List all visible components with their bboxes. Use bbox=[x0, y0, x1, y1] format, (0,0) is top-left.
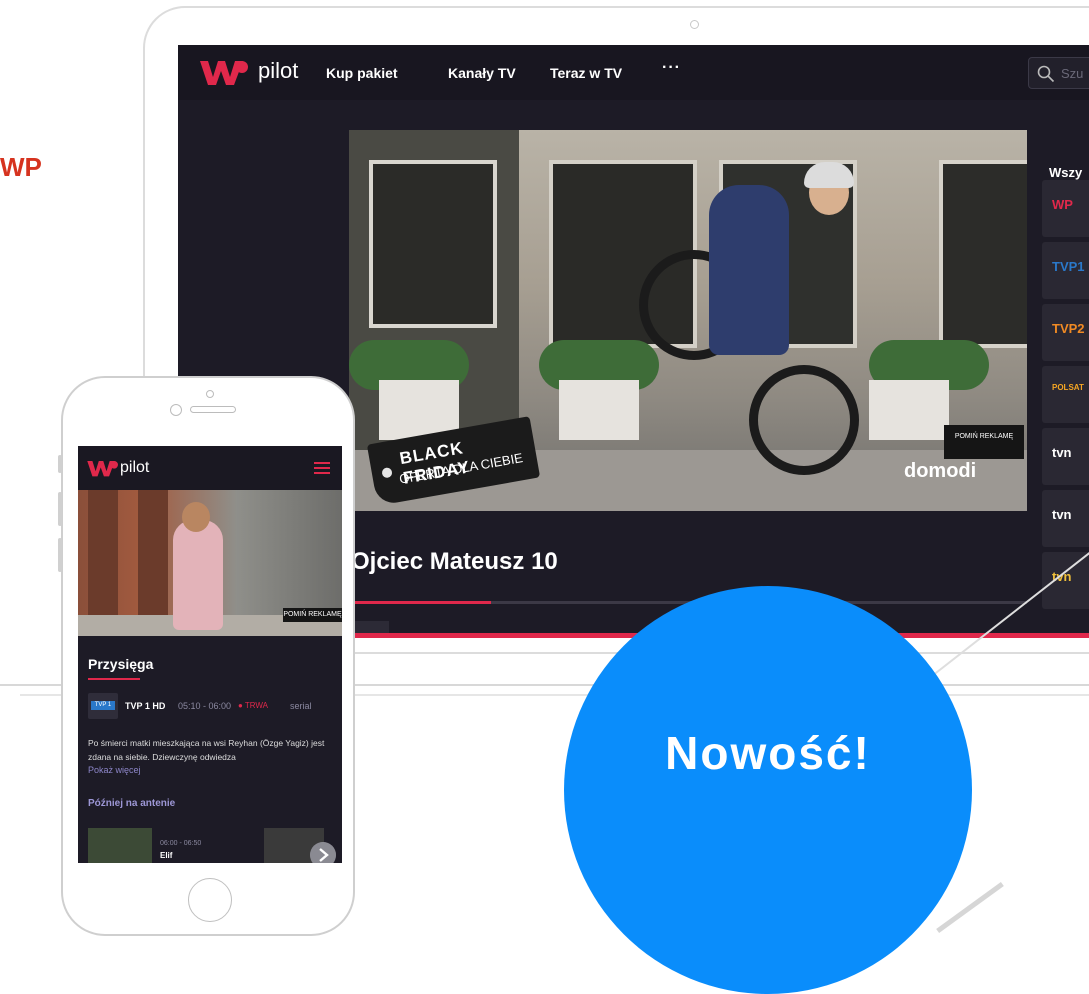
channel-tile-tvn-bis[interactable]: tvn bbox=[1042, 552, 1089, 609]
search-placeholder: Szu bbox=[1061, 66, 1084, 81]
video-window bbox=[369, 160, 497, 328]
new-badge-text: Nowość! bbox=[665, 727, 871, 779]
channel-label: tvn bbox=[1052, 507, 1072, 522]
phone-side-button bbox=[58, 455, 62, 473]
channel-tile-tvn24[interactable]: tvn bbox=[1042, 490, 1089, 547]
channels-header: Wszy bbox=[1049, 165, 1083, 180]
channel-label: TVP2 bbox=[1052, 321, 1085, 336]
phone-navbar: pilot bbox=[78, 446, 342, 490]
channel-tile-polsat[interactable]: POLSAT bbox=[1042, 366, 1089, 423]
woman-figure bbox=[173, 520, 223, 630]
pilot-logo-text: pilot bbox=[120, 459, 150, 476]
next-program-thumbnail[interactable] bbox=[88, 828, 152, 863]
laptop-navbar: pilot Kup pakiet Kanały TV Teraz w TV ··… bbox=[178, 45, 1089, 100]
phone-video-player[interactable]: POMIŃ REKLAMĘ bbox=[78, 490, 342, 636]
channel-logo: TVP 1 bbox=[88, 693, 118, 719]
video-planter bbox=[869, 380, 949, 440]
phone-camera bbox=[206, 390, 214, 398]
phone-front-sensor bbox=[170, 404, 182, 416]
channel-label: tvn bbox=[1052, 445, 1072, 460]
chevron-right-icon[interactable] bbox=[310, 842, 336, 863]
video-window bbox=[939, 160, 1027, 348]
phone-side-button bbox=[58, 492, 62, 526]
cyclist-figure bbox=[709, 185, 789, 355]
program-description: Po śmierci matki mieszkająca na wsi Reyh… bbox=[88, 738, 325, 762]
program-title: Ojciec Mateusz 10 bbox=[351, 548, 558, 575]
channel-label: WP bbox=[1052, 197, 1073, 212]
phone-screen: pilot POMIŃ REKLAMĘ Przysięga TVP 1 TVP … bbox=[78, 446, 342, 863]
wp-logo-icon[interactable] bbox=[198, 57, 248, 87]
live-badge: ● TRWA bbox=[238, 701, 269, 710]
title-underline bbox=[88, 678, 140, 680]
next-program-time: 06:00 - 06:50 bbox=[160, 840, 202, 847]
next-program-title: Elif bbox=[160, 851, 173, 860]
later-on-air-header: Później na antenie bbox=[88, 798, 176, 809]
pilot-logo-text: pilot bbox=[258, 58, 299, 83]
nav-kanaly-tv[interactable]: Kanały TV bbox=[448, 65, 516, 81]
channel-label: POLSAT bbox=[1052, 383, 1084, 392]
broadcast-time: 05:10 - 06:00 bbox=[178, 701, 232, 711]
hamburger-menu-icon[interactable] bbox=[314, 460, 330, 476]
video-planter bbox=[559, 380, 639, 440]
channel-label: TVP1 bbox=[1052, 259, 1085, 274]
new-badge-circle: Nowość! bbox=[564, 586, 972, 994]
search-icon bbox=[1037, 65, 1055, 83]
wp-logo-icon[interactable] bbox=[86, 458, 118, 478]
search-input[interactable]: Szu bbox=[1028, 57, 1089, 89]
channel-tile-tvp1[interactable]: TVP1 bbox=[1042, 242, 1089, 299]
bike-wheel bbox=[749, 365, 859, 475]
video-player[interactable]: BLACK FRIDAY OFERTA DLA CIEBIE POMIŃ REK… bbox=[349, 130, 1027, 511]
channel-tile-wp[interactable]: WP bbox=[1042, 180, 1089, 237]
skip-ad-button[interactable]: POMIŃ REKLAMĘ bbox=[283, 608, 342, 622]
wp-side-label: WP bbox=[0, 152, 42, 182]
phone-speaker bbox=[190, 406, 236, 413]
tag-hole-icon bbox=[381, 466, 393, 479]
phone-home-button bbox=[188, 878, 232, 922]
nav-teraz-w-tv[interactable]: Teraz w TV bbox=[550, 65, 622, 81]
ad-brand-logo: domodi bbox=[904, 460, 977, 482]
phone-side-button bbox=[58, 538, 62, 572]
laptop-camera bbox=[690, 20, 699, 29]
show-more-link[interactable]: Pokaż więcej bbox=[88, 765, 141, 775]
laptop-base-edge bbox=[936, 881, 1004, 934]
nav-kup-pakiet[interactable]: Kup pakiet bbox=[326, 65, 398, 81]
woman-head bbox=[182, 502, 210, 532]
progress-fill bbox=[349, 601, 492, 604]
skip-ad-button[interactable]: POMIŃ REKLAMĘ bbox=[944, 425, 1024, 459]
channel-name: TVP 1 HD bbox=[125, 701, 166, 711]
tvp1-logo-icon: TVP 1 bbox=[91, 701, 115, 710]
channel-label: tvn bbox=[1052, 569, 1072, 584]
channel-tile-tvn[interactable]: tvn bbox=[1042, 428, 1089, 485]
program-title: Przysięga bbox=[88, 656, 154, 672]
program-kind: serial bbox=[290, 701, 312, 711]
channel-tile-tvp2[interactable]: TVP2 bbox=[1042, 304, 1089, 361]
more-menu-icon[interactable]: ··· bbox=[662, 59, 681, 77]
